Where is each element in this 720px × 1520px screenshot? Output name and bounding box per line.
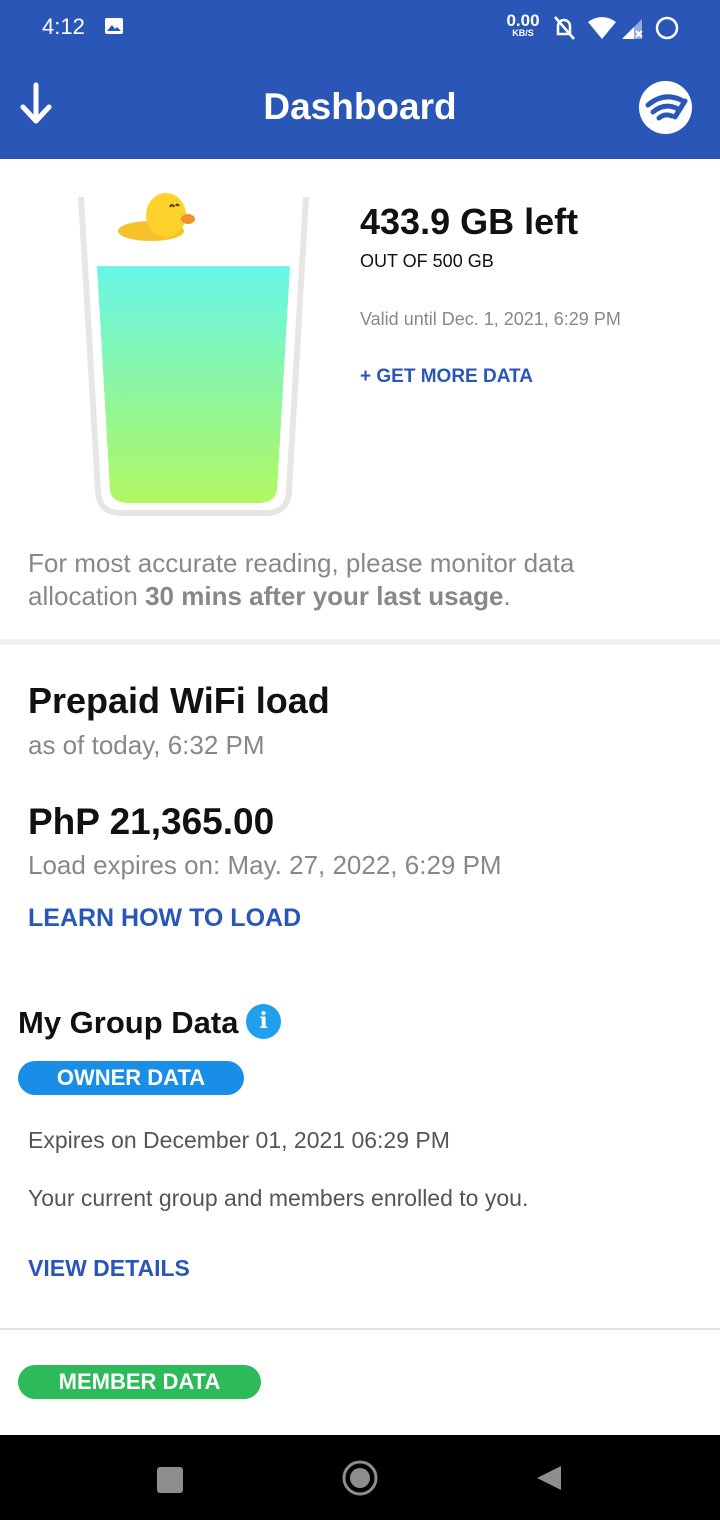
wifi-logo-icon	[645, 94, 688, 121]
monitoring-note: For most accurate reading, please monito…	[28, 548, 575, 611]
network-speed: 0.00 KB/S	[506, 11, 540, 38]
prepaid-load-card: Prepaid WiFi load as of today, 6:32 PM P…	[0, 645, 720, 963]
status-time: 4:12	[42, 14, 85, 39]
view-details-link[interactable]: VIEW DETAILS	[28, 1255, 190, 1282]
group-data-title: My Group Data	[18, 1005, 239, 1040]
loading-icon	[655, 16, 679, 40]
data-remaining: 433.9 GB left	[360, 201, 579, 242]
home-icon[interactable]	[342, 1460, 378, 1496]
prepaid-load-expiry: Load expires on: May. 27, 2022, 6:29 PM	[28, 850, 502, 880]
owner-data-badge: OWNER DATA	[18, 1061, 244, 1095]
prepaid-load-title: Prepaid WiFi load	[28, 680, 330, 721]
learn-how-to-load-link[interactable]: LEARN HOW TO LOAD	[28, 904, 301, 933]
prepaid-load-timestamp: as of today, 6:32 PM	[28, 730, 265, 760]
image-icon	[105, 18, 123, 34]
data-valid-until: Valid until Dec. 1, 2021, 6:29 PM	[360, 309, 621, 329]
divider	[0, 1328, 720, 1330]
page-title: Dashboard	[263, 86, 457, 127]
data-cup-graphic	[78, 193, 309, 516]
wifi-signal-icon	[588, 17, 616, 39]
owner-data-description: Your current group and members enrolled …	[28, 1185, 529, 1211]
status-icons	[554, 16, 679, 40]
info-icon[interactable]: i	[246, 1004, 281, 1039]
status-bar: 4:12 0.00 KB/S	[0, 0, 720, 56]
prepaid-load-amount: PhP 21,365.00	[28, 801, 275, 842]
data-level-fill	[97, 266, 290, 503]
system-nav-bar	[0, 1435, 720, 1520]
owner-data-expiry: Expires on December 01, 2021 06:29 PM	[28, 1127, 450, 1153]
cell-signal-icon	[622, 19, 643, 39]
data-usage-card: 433.9 GB left OUT OF 500 GB Valid until …	[0, 159, 720, 639]
mute-icon	[554, 16, 575, 40]
group-data-section: My Group Data i OWNER DATA Expires on De…	[0, 963, 720, 1435]
data-total: OUT OF 500 GB	[360, 251, 494, 271]
get-more-data-link[interactable]: + GET MORE DATA	[360, 366, 533, 388]
recents-icon[interactable]	[157, 1467, 183, 1493]
back-icon[interactable]	[535, 1464, 563, 1492]
app-bar: Dashboard	[0, 56, 720, 159]
member-data-badge: MEMBER DATA	[18, 1365, 261, 1399]
note-emphasis: 30 mins after your last usage	[145, 581, 504, 611]
wifi-logo-button[interactable]	[639, 81, 692, 134]
